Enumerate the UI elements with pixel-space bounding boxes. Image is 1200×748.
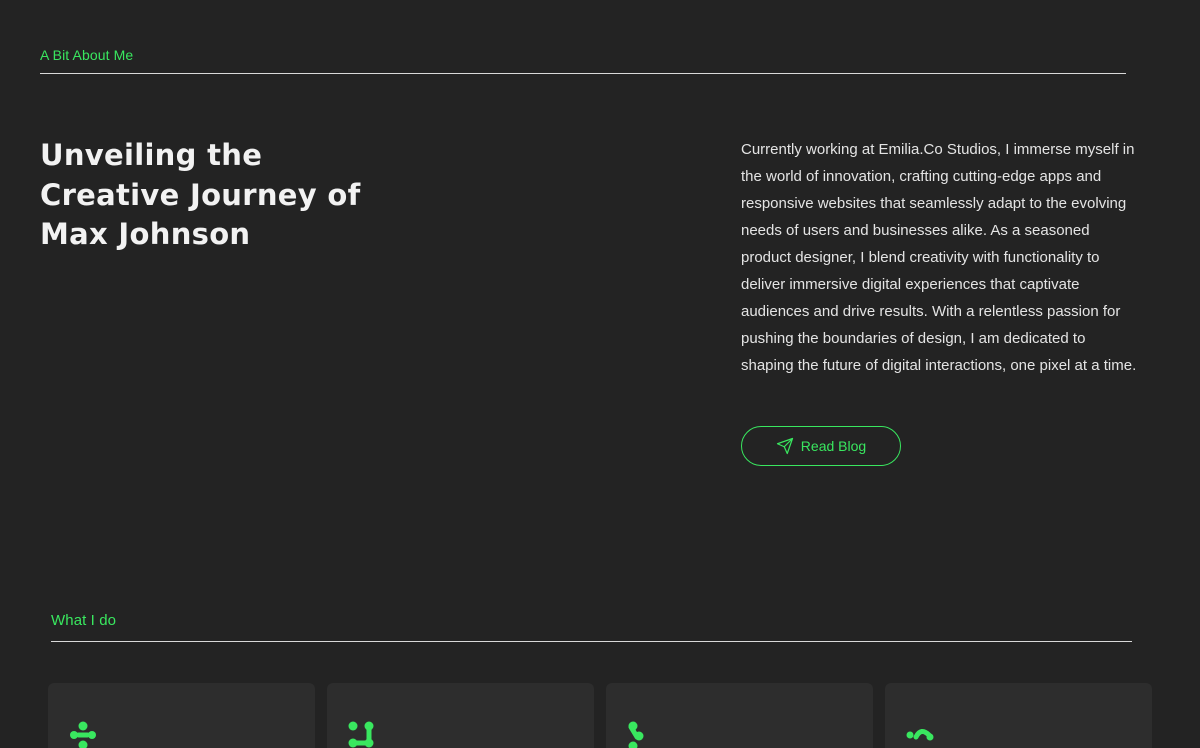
molecule-arc-icon [905, 721, 935, 748]
molecule-cross-icon [68, 721, 98, 748]
send-icon [776, 437, 794, 455]
molecule-square-icon [347, 721, 377, 748]
about-section-label: A Bit About Me [40, 47, 134, 63]
read-blog-label: Read Blog [800, 438, 867, 454]
hero-title: Unveiling the Creative Journey of Max Jo… [40, 138, 361, 251]
service-card[interactable] [606, 683, 873, 748]
service-card[interactable] [327, 683, 594, 748]
read-blog-button[interactable]: Read Blog [741, 426, 901, 466]
service-card[interactable] [48, 683, 315, 748]
what-i-do-divider [51, 641, 1132, 642]
about-page: A Bit About Me Unveiling the Creative Jo… [0, 0, 1200, 748]
about-divider [40, 73, 1126, 74]
what-i-do-section-label: What I do [51, 612, 117, 629]
molecule-branch-icon [626, 721, 656, 748]
bio-paragraph: Currently working at Emilia.Co Studios, … [741, 141, 1137, 374]
service-card[interactable] [885, 683, 1152, 748]
